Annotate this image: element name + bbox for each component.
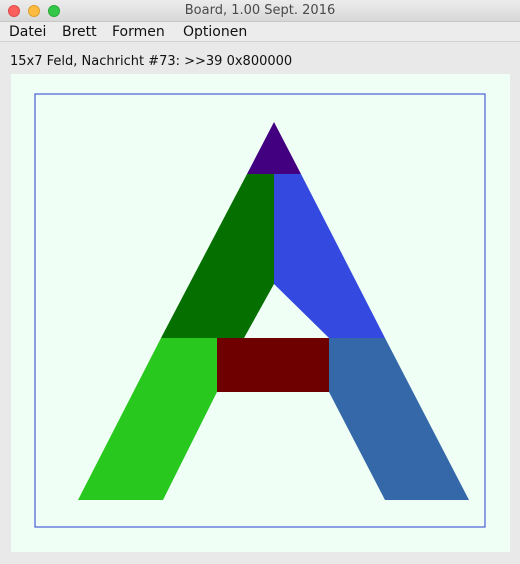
window-title: Board, 1.00 Sept. 2016	[184, 3, 336, 18]
crossbar-rectangle-shape[interactable]	[217, 338, 329, 392]
upper-right-parallelogram-shape[interactable]	[274, 174, 385, 338]
app-window: Board, 1.00 Sept. 2016 Datei Brett Forme…	[0, 0, 520, 564]
menu-datei[interactable]: Datei	[9, 24, 46, 40]
menu-bar: Datei Brett Formen Optionen	[0, 22, 520, 42]
status-message: 15x7 Feld, Nachricht #73: >>39 0x800000	[10, 54, 293, 69]
upper-left-parallelogram-shape[interactable]	[161, 174, 274, 338]
lower-right-parallelogram-shape[interactable]	[329, 338, 469, 500]
title-bar[interactable]: Board, 1.00 Sept. 2016	[0, 0, 520, 22]
apex-triangle-shape[interactable]	[247, 122, 301, 174]
menu-brett[interactable]: Brett	[62, 24, 97, 40]
menu-formen[interactable]: Formen	[112, 24, 165, 40]
board-canvas[interactable]	[11, 74, 510, 552]
menu-optionen[interactable]: Optionen	[183, 24, 247, 40]
board-drawing[interactable]	[11, 74, 510, 552]
lower-left-parallelogram-shape[interactable]	[78, 338, 217, 500]
